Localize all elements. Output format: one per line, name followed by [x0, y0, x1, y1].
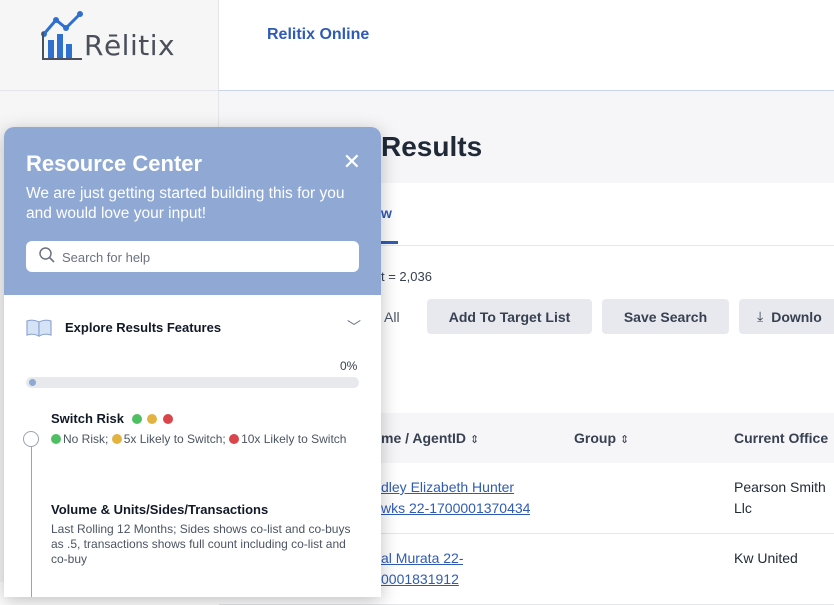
page-title-text: Results	[381, 131, 483, 162]
agent-link-line2[interactable]: wks 22-1700001370434	[381, 498, 530, 519]
office-line2: Kw United	[734, 550, 798, 566]
step-title: Volume & Units/Sides/Transactions	[51, 502, 269, 517]
red-risk-dot-icon	[229, 434, 240, 444]
legend-5x: 5x Likely to Switch;	[123, 432, 226, 446]
step-title-text: Switch Risk	[51, 411, 124, 426]
save-search-button[interactable]: Save Search	[602, 299, 729, 334]
green-risk-dot-icon	[51, 434, 61, 444]
step-status-circle	[23, 431, 39, 447]
step-description: Last Rolling 12 Months; Sides shows co-l…	[51, 522, 351, 566]
legend-no-risk: No Risk;	[63, 432, 109, 446]
column-header-group[interactable]: Group ⇕	[574, 430, 629, 446]
office-cell: Kw United	[734, 548, 798, 569]
resource-center-header: Resource Center ✕ We are just getting st…	[4, 127, 381, 295]
relitix-logo[interactable]: Rēlitix	[40, 6, 175, 62]
column-header-name[interactable]: me / AgentID ⇕	[381, 430, 479, 446]
red-risk-dot-icon	[162, 414, 173, 424]
office-line1: Pearson Smith	[734, 479, 826, 495]
close-icon[interactable]: ✕	[343, 151, 361, 173]
agent-name-cell[interactable]: al Murata 22- 0001831912	[381, 548, 463, 590]
help-search-box[interactable]	[26, 241, 359, 274]
progress-bar	[26, 377, 359, 388]
resource-center-panel: Resource Center ✕ We are just getting st…	[4, 127, 381, 597]
download-icon: ⤓	[757, 308, 764, 324]
add-to-target-list-button[interactable]: Add To Target List	[427, 299, 592, 334]
yellow-risk-dot-icon	[111, 434, 122, 444]
sort-icon[interactable]: ⇕	[620, 434, 629, 446]
green-risk-dot-icon	[131, 414, 142, 424]
active-tab-underline	[381, 241, 398, 244]
agent-link-line2[interactable]: 0001831912	[381, 569, 463, 590]
sort-icon[interactable]: ⇕	[470, 434, 479, 446]
resource-center-title: Resource Center	[26, 151, 203, 176]
column-header-office-label: Current Office	[734, 430, 829, 446]
chevron-down-icon[interactable]: ﹀	[347, 317, 361, 337]
office-cell: Pearson Smith Llc	[734, 477, 826, 519]
top-bar: Relitix Online	[219, 0, 834, 91]
logo-text: Rēlitix	[84, 29, 176, 62]
column-header-name-label: me / AgentID	[381, 430, 467, 446]
logo-area: Rēlitix	[0, 0, 218, 91]
book-icon	[26, 319, 52, 337]
explore-features-section[interactable]: Explore Results Features ﹀	[4, 295, 381, 355]
resource-center-subtitle: We are just getting started building thi…	[26, 185, 345, 222]
agent-name-cell[interactable]: dley Elizabeth Hunter wks 22-17000013704…	[381, 477, 530, 519]
result-count: t = 2,036	[381, 269, 432, 284]
office-line2: Llc	[734, 500, 752, 516]
help-search-input[interactable]	[60, 241, 354, 274]
legend-10x: 10x Likely to Switch	[241, 432, 347, 446]
column-header-group-label: Group	[574, 430, 616, 446]
app-name[interactable]: Relitix Online	[267, 26, 369, 44]
logo-chart-icon	[41, 11, 83, 60]
page-title: Results	[381, 131, 482, 163]
step-title: Switch Risk	[51, 411, 175, 426]
progress-bar-fill	[29, 379, 36, 386]
agent-link-line1[interactable]: dley Elizabeth Hunter	[381, 477, 530, 498]
tab-overview[interactable]: w	[381, 205, 392, 221]
progress-percent: 0%	[340, 359, 358, 373]
timeline-line	[31, 433, 32, 597]
search-icon	[39, 247, 55, 263]
download-button[interactable]: ⤓ Downlo	[739, 299, 834, 334]
step-description: No Risk; 5x Likely to Switch; 10x Likely…	[51, 432, 351, 447]
download-label: Downlo	[771, 308, 822, 325]
column-header-office[interactable]: Current Office	[734, 430, 828, 446]
explore-features-title: Explore Results Features	[65, 320, 222, 335]
yellow-risk-dot-icon	[147, 414, 158, 424]
agent-link-line1[interactable]: al Murata 22-	[381, 548, 463, 569]
select-all-button[interactable]: All	[384, 299, 424, 334]
